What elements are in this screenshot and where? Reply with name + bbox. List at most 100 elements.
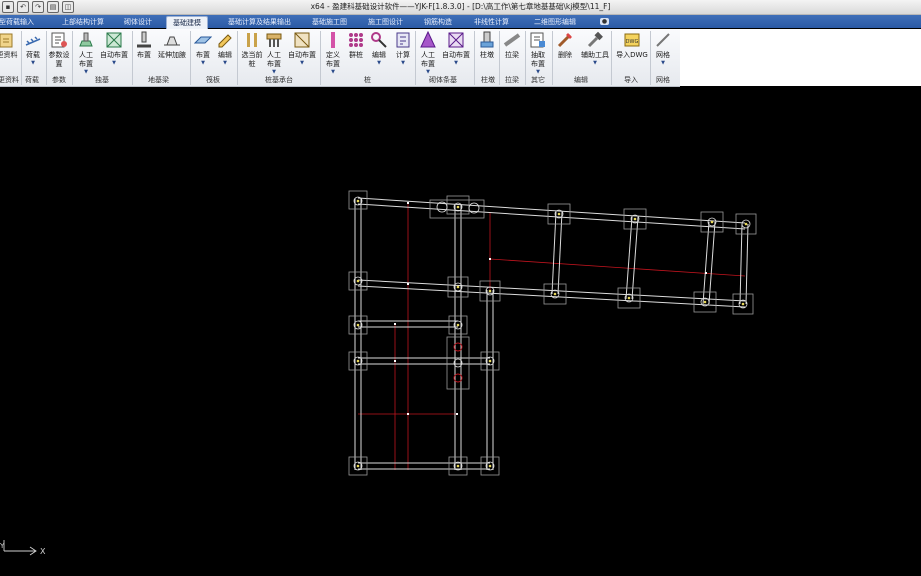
tab-model-load[interactable]: 模型荷载输入 — [0, 17, 34, 27]
aux-tools-button[interactable]: 辅助工具 ▼ — [580, 31, 610, 66]
tab-drawing-design[interactable]: 施工图设计 — [368, 17, 403, 27]
ribbon-separator — [525, 31, 526, 85]
cap-auto-icon — [294, 32, 310, 48]
select-pile-button[interactable]: 选当前桩 — [240, 31, 264, 69]
extract-place-button[interactable]: 抽取布置 ▼ — [528, 31, 548, 75]
button-label: 拉梁 — [505, 51, 519, 59]
manual-place-button[interactable]: 人工布置 ▼ — [76, 31, 96, 75]
pile-select-icon — [247, 33, 257, 47]
dropdown-arrow-icon[interactable]: ▼ — [215, 60, 235, 66]
tab-2d-edit[interactable]: 二维图形编辑 — [534, 17, 576, 27]
button-label: 计算 — [396, 51, 410, 59]
ribbon-separator — [611, 31, 612, 85]
dropdown-arrow-icon[interactable]: ▼ — [440, 60, 472, 66]
ribbon-group-labels: 更资料 荷载 参数 独基 地基梁 筏板 桩基承台 桩 砌体条基 柱墩 拉梁 其它… — [0, 75, 680, 86]
slab-edit-button[interactable]: 编辑 ▼ — [215, 31, 235, 66]
ribbon-separator — [474, 31, 475, 85]
close-tab-icon[interactable]: ● — [600, 18, 609, 25]
tab-foundation-modeling[interactable]: 基础建模 — [166, 16, 208, 29]
load-button[interactable]: 荷载 ▼ — [22, 31, 44, 66]
tab-rebar[interactable]: 钢筋构造 — [424, 17, 452, 27]
pile-define-icon — [331, 32, 335, 48]
extract-icon — [530, 32, 545, 48]
ribbon-empty-area — [680, 29, 921, 86]
ribbon-separator — [21, 31, 22, 85]
cap-place-icon — [266, 33, 282, 47]
dropdown-arrow-icon[interactable]: ▼ — [98, 60, 130, 66]
cap-manual-button[interactable]: 人工布置 ▼ — [264, 31, 284, 75]
button-label: 柱墩 — [480, 51, 494, 59]
ribbon-separator — [237, 31, 238, 85]
title-bar: ▪ ↶ ↷ ▤ ◫ x64 - 盈建科基础设计软件——YJK-F[1.8.3.0… — [0, 0, 921, 15]
tab-foundation-drawing[interactable]: 基础施工图 — [312, 17, 347, 27]
group-label: 砌体条基 — [429, 76, 457, 84]
pile-edit-button[interactable]: 编辑 ▼ — [369, 31, 389, 66]
ribbon-separator — [650, 31, 651, 85]
cap-auto-button[interactable]: 自动布置 ▼ — [286, 31, 318, 66]
ribbon-separator — [72, 31, 73, 85]
auto-place-button[interactable]: 自动布置 ▼ — [98, 31, 130, 66]
load-icon — [25, 36, 41, 46]
button-label: 编辑 — [372, 51, 386, 59]
group-label: 筏板 — [206, 76, 220, 84]
window-title: x64 - 盈建科基础设计软件——YJK-F[1.8.3.0] - [D:\高工… — [310, 2, 611, 11]
ribbon-separator — [499, 31, 500, 85]
pile-calc-button[interactable]: 计算 ▼ — [393, 31, 413, 66]
group-label: 拉梁 — [505, 76, 519, 84]
svg-text:DWG: DWG — [626, 39, 639, 45]
dropdown-arrow-icon[interactable]: ▼ — [580, 60, 610, 66]
y-axis-label: Y — [0, 542, 5, 550]
ribbon-separator — [320, 31, 321, 85]
parameter-settings-button[interactable]: 参数设置 — [48, 31, 70, 69]
ribbon-separator — [132, 31, 133, 85]
slab-place-button[interactable]: 布置 ▼ — [193, 31, 213, 66]
button-label: 抽取布置 — [531, 51, 545, 68]
dropdown-arrow-icon[interactable]: ▼ — [369, 60, 389, 66]
manual-place-icon — [79, 32, 93, 47]
dropdown-arrow-icon[interactable]: ▼ — [193, 60, 213, 66]
delete-icon — [557, 33, 572, 48]
ribbon-separator — [46, 31, 47, 85]
beam-place-button[interactable]: 布置 — [134, 31, 154, 60]
pile-group-button[interactable]: 群桩 — [346, 31, 366, 60]
haunch-button[interactable]: 延伸加腋 — [156, 31, 188, 60]
drawing-canvas[interactable]: X Y — [0, 87, 921, 576]
tab-foundation-calc[interactable]: 基础计算及结果输出 — [228, 17, 291, 27]
button-label: 更资料 — [0, 51, 18, 59]
tab-masonry[interactable]: 砌体设计 — [124, 17, 152, 27]
group-label: 桩 — [364, 76, 371, 84]
delete-button[interactable]: 删除 — [555, 31, 575, 60]
place-icon — [137, 31, 151, 48]
pile-define-button[interactable]: 定义布置 ▼ — [323, 31, 343, 75]
masonry-auto-button[interactable]: 自动布置 ▼ — [440, 31, 472, 66]
import-dwg-button[interactable]: DWG 导入DWG — [614, 31, 650, 60]
masonry-place-icon — [420, 31, 436, 48]
button-label: 定义布置 — [326, 51, 340, 68]
dropdown-arrow-icon[interactable]: ▼ — [393, 60, 413, 66]
tab-superstructure[interactable]: 上部结构计算 — [62, 17, 104, 27]
tie-beam-button[interactable]: 拉梁 — [502, 31, 522, 60]
group-label: 荷载 — [25, 76, 39, 84]
masonry-manual-button[interactable]: 人工布置 ▼ — [418, 31, 438, 75]
column-pier-button[interactable]: 柱墩 — [477, 31, 497, 60]
group-label: 地基梁 — [148, 76, 169, 84]
button-label: 布置 — [137, 51, 151, 59]
button-label: 删除 — [558, 51, 572, 59]
dropdown-arrow-icon[interactable]: ▼ — [286, 60, 318, 66]
pile-center-marks — [356, 199, 748, 468]
button-label: 人工布置 — [421, 51, 435, 68]
red-axis-lines — [358, 204, 746, 470]
dropdown-arrow-icon[interactable]: ▼ — [22, 60, 44, 66]
button-label: 选当前桩 — [241, 51, 263, 68]
masonry-auto-icon — [448, 32, 464, 48]
dropdown-arrow-icon[interactable]: ▼ — [652, 60, 674, 66]
ucs-axis-icon — [3, 540, 37, 556]
button-label: 辅助工具 — [581, 51, 609, 59]
grid-button[interactable]: 网格 ▼ — [652, 31, 674, 66]
group-label: 其它 — [531, 76, 545, 84]
import-button[interactable]: 更资料 — [0, 31, 18, 60]
tab-nonlinear[interactable]: 非线性计算 — [474, 17, 509, 27]
pile-edit-icon — [371, 32, 387, 48]
group-label: 编辑 — [574, 76, 588, 84]
button-label: 自动布置 — [442, 51, 470, 59]
